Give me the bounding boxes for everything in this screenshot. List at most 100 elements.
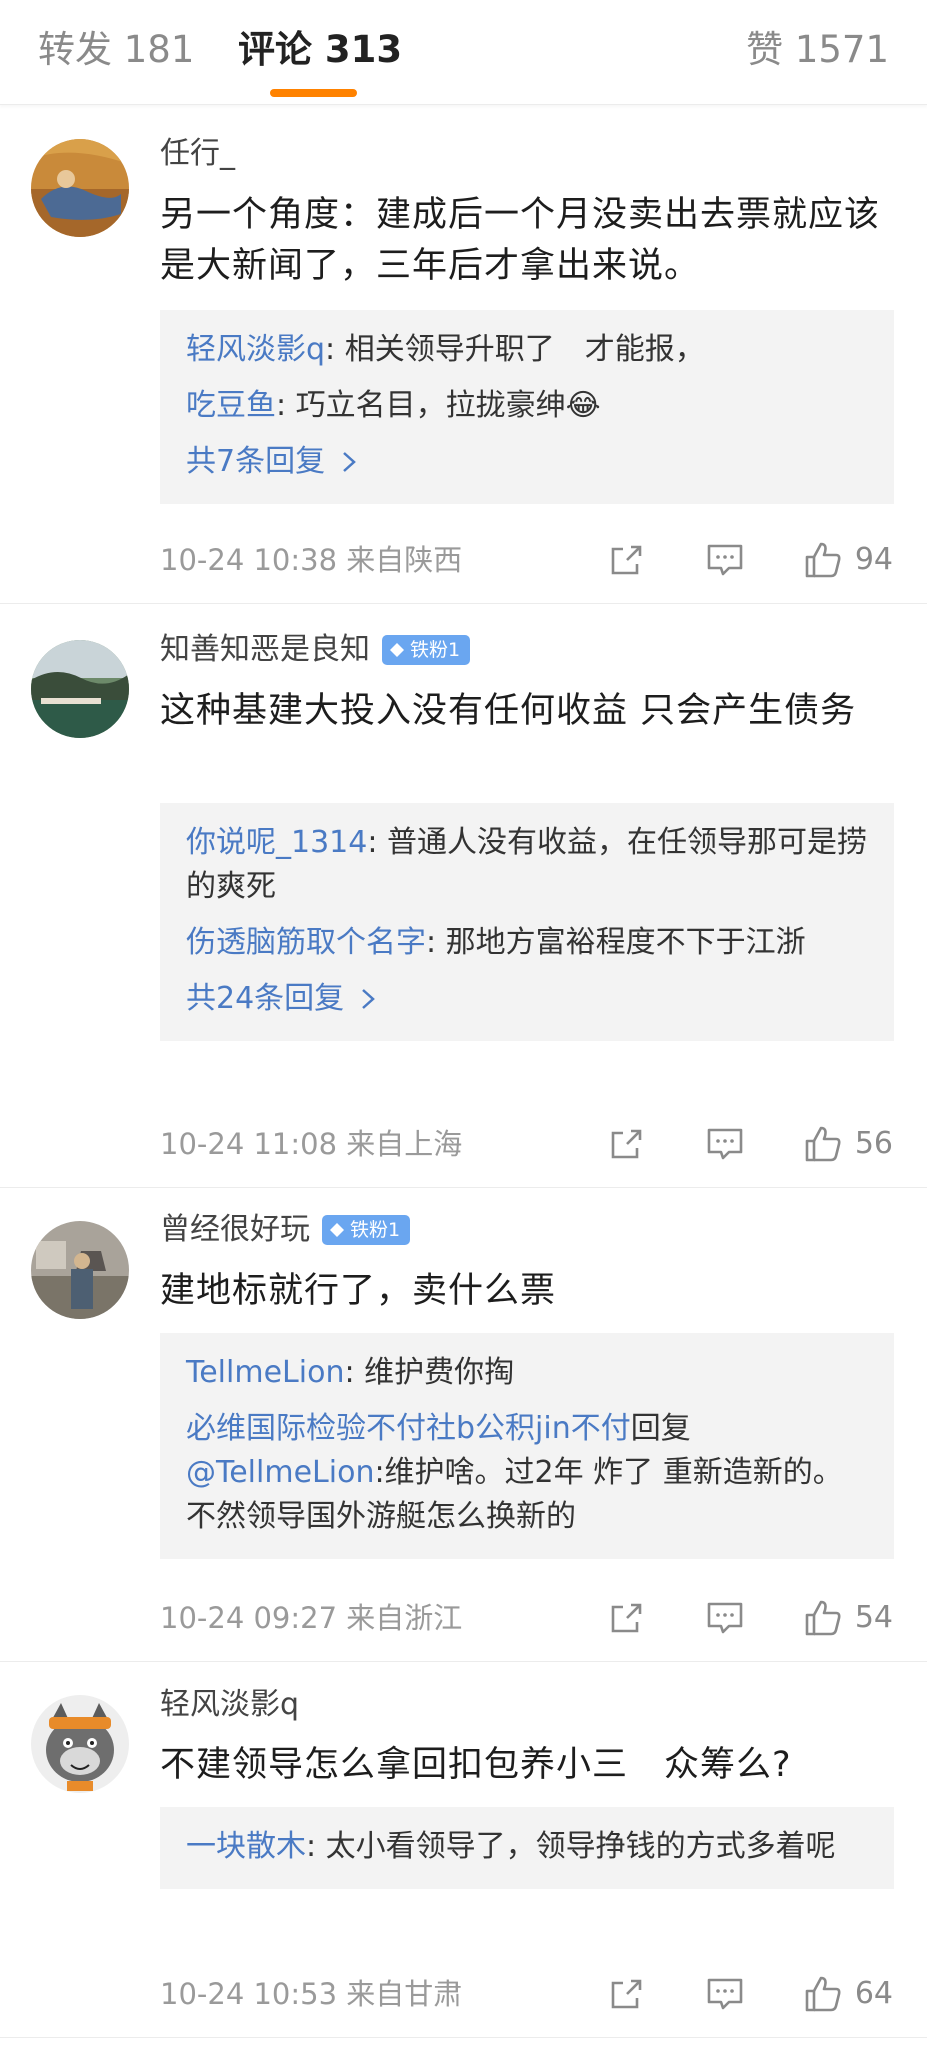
diamond-icon [330, 1223, 344, 1237]
comment-item: 曾经很好玩 铁粉1 建地标就行了，卖什么票 TellmeLion: 维护费你掏 … [0, 1188, 927, 1662]
comment-username[interactable]: 曾经很好玩 铁粉1 [160, 1210, 411, 1250]
reply-text: : 巧立名目，拉拢豪绅😂 [276, 388, 601, 423]
active-tab-indicator [270, 89, 357, 97]
like-count: 54 [854, 1600, 893, 1635]
reply-username[interactable]: 吃豆鱼 [186, 388, 276, 423]
reply-text: 回复 [630, 1411, 691, 1446]
reply-line: 吃豆鱼: 巧立名目，拉拢豪绅😂 [186, 384, 868, 428]
comment-button[interactable] [705, 1974, 745, 2014]
comment-icon [707, 544, 743, 576]
comment-text: 另一个角度：建成后一个月没卖出去票就应该是大新闻了，三年后才拿出来说。 [160, 195, 881, 286]
avatar[interactable] [31, 1695, 129, 1793]
more-replies-label: 共7条回复 [186, 444, 326, 479]
comment-item: 知善知恶是良知 铁粉1 这种基建大投入没有任何收益 只会产生债务 你说呢_131… [0, 604, 927, 1188]
like-button[interactable]: 54 [803, 1598, 893, 1638]
avatar-wolf-icon [31, 1695, 129, 1793]
avatar-painting-icon [31, 139, 129, 237]
comment-icon [707, 1978, 743, 2010]
tab-likes[interactable]: 赞 1571 [746, 26, 889, 74]
reply-line: 轻风淡影q: 相关领导升职了 才能报， [186, 328, 868, 372]
comment-text: 不建领导怎么拿回扣包养小三 众筹么? [160, 1745, 792, 1785]
avatar[interactable] [31, 139, 129, 237]
like-count: 64 [854, 1976, 893, 2011]
like-button[interactable]: 56 [803, 1124, 893, 1164]
reply-box[interactable]: 轻风淡影q: 相关领导升职了 才能报， 吃豆鱼: 巧立名目，拉拢豪绅😂 共7条回… [160, 310, 894, 504]
comment-meta: 10-24 09:27 来自浙江 [160, 1601, 463, 1635]
reply-username[interactable]: 必维国际检验不付社b公积jin不付 [186, 1411, 631, 1446]
username-text[interactable]: 轻风淡影q [160, 1685, 299, 1725]
reply-username[interactable]: 伤透脑筋取个名字 [186, 925, 426, 960]
tab-bar: 转发 181 评论 313 赞 1571 [0, 0, 927, 105]
reply-text: : 那地方富裕程度不下于江浙 [426, 925, 806, 960]
repost-icon [611, 545, 642, 575]
reply-username[interactable]: 轻风淡影q [186, 332, 325, 367]
badge-label: 铁粉1 [410, 639, 461, 661]
avatar[interactable] [31, 1221, 129, 1319]
comment-button[interactable] [705, 1598, 745, 1638]
reply-box[interactable]: 一块散木: 太小看领导了，领导挣钱的方式多着呢 [160, 1807, 894, 1889]
comment-actions: 56 [607, 1124, 893, 1164]
like-count: 56 [854, 1126, 893, 1161]
comment-username[interactable]: 轻风淡影q [160, 1685, 299, 1725]
avatar-village-icon [31, 1221, 129, 1319]
comment-meta: 10-24 10:38 来自陕西 [160, 543, 463, 577]
reply-line: 必维国际检验不付社b公积jin不付回复@TellmeLion:维护啥。过2年 炸… [186, 1407, 868, 1539]
comment-username[interactable]: 知善知恶是良知 铁粉1 [160, 630, 471, 670]
like-button[interactable]: 94 [803, 540, 893, 580]
comment-username[interactable]: 任行_ [160, 134, 235, 174]
more-replies-label: 共24条回复 [186, 981, 345, 1016]
username-text[interactable]: 知善知恶是良知 [160, 630, 370, 670]
like-count: 94 [854, 542, 893, 577]
comment-actions: 54 [607, 1598, 893, 1638]
tab-repost[interactable]: 转发 181 [38, 26, 194, 74]
fan-badge[interactable]: 铁粉1 [382, 635, 471, 665]
comment-list: 任行_ 另一个角度：建成后一个月没卖出去票就应该是大新闻了，三年后才拿出来说。 … [0, 104, 927, 2038]
repost-button[interactable] [607, 540, 647, 580]
comment-meta: 10-24 10:53 来自甘肃 [160, 1977, 463, 2011]
reply-username[interactable]: TellmeLion [186, 1355, 344, 1390]
diamond-icon [390, 643, 404, 657]
username-text[interactable]: 曾经很好玩 [160, 1210, 310, 1250]
repost-icon [611, 1979, 642, 2009]
like-icon [805, 1976, 841, 2012]
reply-username[interactable]: 一块散木 [186, 1829, 306, 1864]
reply-text: : 太小看领导了，领导挣钱的方式多着呢 [306, 1829, 836, 1864]
comment-meta: 10-24 11:08 来自上海 [160, 1127, 463, 1161]
repost-button[interactable] [607, 1598, 647, 1638]
comment-item: 轻风淡影q 不建领导怎么拿回扣包养小三 众筹么? 一块散木: 太小看领导了，领导… [0, 1662, 927, 2038]
reply-line: 一块散木: 太小看领导了，领导挣钱的方式多着呢 [186, 1825, 868, 1869]
more-replies-link[interactable]: 共7条回复 [186, 440, 868, 484]
comment-actions: 64 [607, 1974, 893, 2014]
reply-line: 你说呢_1314: 普通人没有收益，在任领导那可是捞的爽死 [186, 821, 868, 909]
chevron-right-icon [362, 989, 376, 1009]
reply-text: : 维护费你掏 [344, 1355, 515, 1390]
comment-text: 建地标就行了，卖什么票 [160, 1271, 557, 1311]
reply-box[interactable]: TellmeLion: 维护费你掏 必维国际检验不付社b公积jin不付回复 @Te… [160, 1333, 894, 1559]
more-replies-link[interactable]: 共24条回复 [186, 977, 868, 1021]
fan-badge[interactable]: 铁粉1 [322, 1215, 411, 1245]
comment-button[interactable] [705, 540, 745, 580]
comment-icon [707, 1602, 743, 1634]
avatar[interactable] [31, 640, 129, 738]
tab-comments[interactable]: 评论 313 [238, 26, 402, 74]
like-button[interactable]: 64 [803, 1974, 893, 2014]
repost-button[interactable] [607, 1124, 647, 1164]
reply-line: TellmeLion: 维护费你掏 [186, 1351, 868, 1395]
reply-username[interactable]: 你说呢_1314 [186, 825, 367, 860]
comment-icon [707, 1128, 743, 1160]
comment-button[interactable] [705, 1124, 745, 1164]
like-icon [805, 542, 841, 578]
username-text[interactable]: 任行_ [160, 134, 235, 174]
repost-icon [611, 1129, 642, 1159]
badge-label: 铁粉1 [350, 1219, 401, 1241]
like-icon [805, 1600, 841, 1636]
repost-button[interactable] [607, 1974, 647, 2014]
reply-text: : 相关领导升职了 才能报， [325, 332, 705, 367]
repost-icon [611, 1603, 642, 1633]
comment-text: 这种基建大投入没有任何收益 只会产生债务 [160, 691, 857, 731]
reply-box[interactable]: 你说呢_1314: 普通人没有收益，在任领导那可是捞的爽死 伤透脑筋取个名字: … [160, 803, 894, 1041]
chevron-right-icon [343, 452, 356, 472]
avatar-landscape-icon [31, 640, 129, 738]
reply-line: 伤透脑筋取个名字: 那地方富裕程度不下于江浙 [186, 921, 868, 965]
reply-mention[interactable]: @TellmeLion [186, 1455, 374, 1490]
